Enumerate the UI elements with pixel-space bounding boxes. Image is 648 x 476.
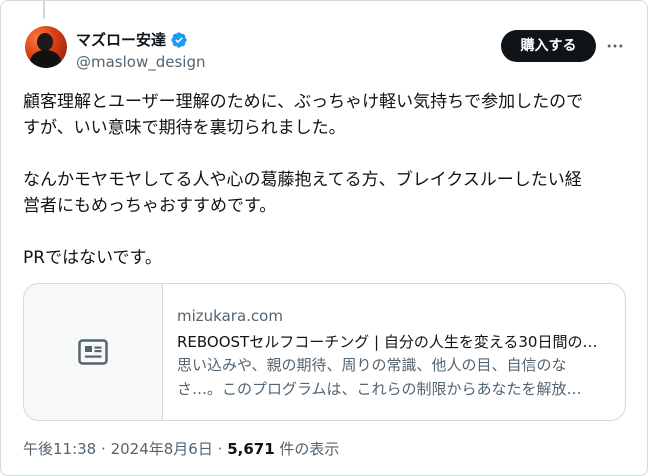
link-card-description-line: さ…。このプログラムは、これらの制限からあなたを解放… [177, 380, 582, 398]
avatar[interactable] [25, 26, 67, 68]
link-card-thumbnail [24, 284, 163, 420]
link-preview-card[interactable]: mizukara.com REBOOSTセルフコーチング | 自分の人生を変える… [23, 283, 626, 421]
more-horizontal-icon [607, 44, 623, 48]
author-name-row: マズロー安達 [76, 30, 188, 50]
tweet-timestamp-date[interactable]: 2024年8月6日 [111, 440, 213, 458]
tweet-timestamp-time[interactable]: 午後11:38 [23, 440, 96, 458]
tweet-text-line: なんかモヤモヤしてる人や心の葛藤抱えてる方、ブレイクスルーしたい経 [23, 170, 582, 190]
verified-badge-icon [170, 31, 188, 49]
tweet-text-line: PRではないです。 [23, 248, 162, 268]
article-icon [78, 339, 108, 365]
meta-separator: · [217, 440, 223, 458]
views-count: 5,671 [227, 440, 275, 458]
tweet-text-line: 顧客理解とユーザー理解のために、ぶっちゃけ軽い気持ちで参加したので [23, 92, 584, 112]
author-display-name[interactable]: マズロー安達 [76, 30, 166, 50]
tweet-meta: 午後11:38 · 2024年8月6日 · 5,671 件の表示 [23, 439, 339, 459]
tweet-card: マズロー安達 @maslow_design 購入する 顧客理解とユーザー理解のた… [0, 0, 648, 476]
link-card-body: mizukara.com REBOOSTセルフコーチング | 自分の人生を変える… [163, 284, 625, 420]
thread-connector-line [43, 1, 45, 19]
tweet-text-line: 営者にもめっちゃおすすめです。 [23, 196, 277, 216]
subscribe-button[interactable]: 購入する [501, 30, 596, 62]
views-label: 件の表示 [279, 440, 340, 458]
link-card-title: REBOOSTセルフコーチング | 自分の人生を変える30日間の… [177, 333, 598, 351]
link-card-domain: mizukara.com [177, 307, 283, 325]
author-handle[interactable]: @maslow_design [76, 52, 206, 72]
meta-separator: · [101, 440, 106, 458]
tweet-text: 顧客理解とユーザー理解のために、ぶっちゃけ軽い気持ちで参加したので すが、いい意… [23, 89, 623, 271]
tweet-text-line: すが、いい意味で期待を裏切られました。 [23, 118, 346, 138]
link-card-description-line: 思い込みや、親の期待、周りの常識、他人の目、自信のな [177, 356, 567, 374]
more-options-button[interactable] [603, 34, 627, 58]
